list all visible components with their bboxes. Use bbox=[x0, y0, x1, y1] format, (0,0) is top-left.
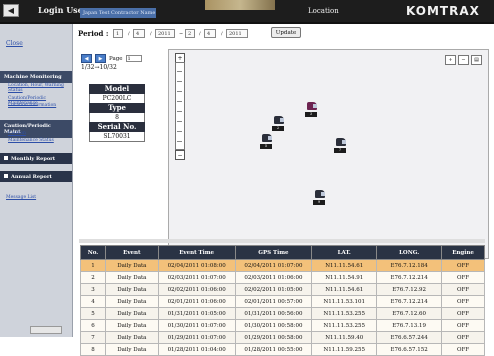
excavator-marker[interactable]: 9 bbox=[313, 190, 327, 206]
table-row[interactable]: 6 Daily Data 01/30/2011 01:07:00 01/30/2011… bbox=[80, 319, 485, 332]
date-separator: / bbox=[221, 30, 223, 37]
next-arrow-icon[interactable]: ▶ bbox=[95, 54, 106, 63]
date-separator: / bbox=[150, 30, 152, 37]
table-row[interactable]: 7 Daily Data 01/29/2011 01:07:00 01/29/2011… bbox=[80, 331, 485, 344]
excavator-marker[interactable]: 7 bbox=[334, 138, 348, 154]
table-row[interactable]: 2 Daily Data 02/03/2011 01:07:00 02/03/2011… bbox=[80, 271, 485, 284]
to-day-select[interactable]: 4 bbox=[204, 29, 216, 38]
zoom-tick bbox=[177, 81, 182, 82]
page-select[interactable]: 1 bbox=[125, 55, 142, 62]
zoom-tick bbox=[177, 111, 182, 112]
excavator-marker[interactable]: 5 bbox=[260, 134, 274, 150]
date-separator: / bbox=[128, 30, 130, 37]
type-label: Type bbox=[89, 103, 145, 113]
serial-value: SL70031 bbox=[89, 132, 145, 142]
zoom-tick bbox=[177, 91, 182, 92]
zoom-slider[interactable] bbox=[175, 62, 185, 150]
table-row[interactable]: 4 Daily Data 02/01/2011 01:06:00 02/01/2011… bbox=[80, 295, 485, 308]
to-year-select[interactable]: 2011 bbox=[226, 29, 248, 38]
square-bullet-icon bbox=[4, 156, 8, 160]
zoom-tick bbox=[177, 131, 182, 132]
excavator-icon bbox=[262, 134, 272, 142]
zoom-tick bbox=[177, 101, 182, 102]
zoom-in-icon[interactable]: + bbox=[445, 55, 456, 65]
record-range: 1/32→10/32 bbox=[81, 64, 117, 71]
col-event-time[interactable]: Event Time bbox=[157, 245, 236, 260]
model-value: PC200LC bbox=[89, 94, 145, 103]
sidebar-link-message-list[interactable]: Message List bbox=[6, 195, 36, 200]
zoom-tick bbox=[177, 121, 182, 122]
excavator-icon bbox=[336, 138, 346, 146]
close-link[interactable]: Close bbox=[6, 40, 23, 47]
date-separator: / bbox=[199, 30, 201, 37]
col-no[interactable]: No. bbox=[80, 245, 106, 260]
sidebar: Close Machine Monitoring Location, Hour,… bbox=[0, 24, 73, 337]
zoom-out-icon[interactable]: − bbox=[458, 55, 469, 65]
from-year-select[interactable]: 2011 bbox=[155, 29, 175, 38]
event-table: No. Event Event Time GPS Time LAT. LONG.… bbox=[80, 245, 485, 356]
event-grid: No. Event Event Time GPS Time LAT. LONG.… bbox=[73, 237, 494, 356]
prev-arrow-icon[interactable]: ◀ bbox=[81, 54, 92, 63]
col-engine[interactable]: Engine bbox=[441, 245, 485, 260]
annual-report-label: Annual Report bbox=[11, 174, 52, 180]
zoom-out-button[interactable]: − bbox=[175, 150, 185, 160]
sidebar-item-annual-report[interactable]: Annual Report bbox=[0, 171, 72, 182]
sidebar-link-location-info[interactable]: Location Information bbox=[8, 103, 70, 108]
table-header-row: No. Event Event Time GPS Time LAT. LONG.… bbox=[80, 245, 485, 260]
zoom-tick bbox=[177, 141, 182, 142]
arrow-left-icon[interactable]: ◀ bbox=[3, 4, 19, 17]
pager: ◀ ▶ Page 1 bbox=[81, 54, 142, 63]
sidebar-link-location-hour[interactable]: Location, Hour, Warning Status bbox=[8, 83, 70, 93]
header-photo-strip bbox=[205, 0, 275, 10]
to-month-select[interactable]: 2 bbox=[185, 29, 195, 38]
period-label: Period : bbox=[78, 29, 109, 38]
table-row[interactable]: 8 Daily Data 01/28/2011 01:04:00 01/28/2011… bbox=[80, 343, 485, 356]
type-value: 8 bbox=[89, 113, 145, 122]
location-map[interactable]: + − ▤ + − 2 3 5 7 9 200m Map by www.jpma… bbox=[168, 49, 489, 259]
monthly-report-label: Monthly Report bbox=[11, 156, 56, 162]
sidebar-scrollbar[interactable] bbox=[30, 326, 62, 334]
table-row-selected[interactable]: 1 Daily Data 02/04/2011 01:08:00 02/04/2011… bbox=[80, 259, 485, 272]
location-title: Location bbox=[308, 7, 339, 15]
col-long[interactable]: LONG. bbox=[376, 245, 443, 260]
table-row[interactable]: 3 Daily Data 02/02/2011 01:06:00 02/02/2011… bbox=[80, 283, 485, 296]
from-month-select[interactable]: 1 bbox=[113, 29, 123, 38]
col-event[interactable]: Event bbox=[104, 245, 159, 260]
col-gps-time[interactable]: GPS Time bbox=[234, 245, 313, 260]
login-user-value: Japan Test Contractor Name bbox=[80, 8, 156, 18]
serial-label: Serial No. bbox=[89, 122, 145, 132]
model-label: Model bbox=[89, 84, 145, 94]
excavator-icon bbox=[315, 190, 325, 198]
sidebar-item-monthly-report[interactable]: Monthly Report bbox=[0, 153, 72, 164]
main-content: Period : 1 / 4 / 2011 ~ 2 / 4 / 2011 Upd… bbox=[73, 24, 494, 356]
from-day-select[interactable]: 4 bbox=[133, 29, 145, 38]
page-label: Page bbox=[109, 55, 123, 62]
sidebar-link-maintenance-status[interactable]: Maintenance Status bbox=[8, 138, 70, 143]
excavator-icon bbox=[274, 116, 284, 124]
zoom-tick bbox=[177, 71, 182, 72]
excavator-marker[interactable]: 2 bbox=[272, 116, 286, 132]
date-range-dash: ~ bbox=[179, 30, 184, 37]
square-bullet-icon bbox=[4, 174, 8, 178]
map-toolbar: + − ▤ bbox=[445, 55, 482, 65]
excavator-marker-selected[interactable]: 3 bbox=[305, 102, 319, 118]
table-row[interactable]: 5 Daily Data 01/31/2011 01:05:00 01/31/2011… bbox=[80, 307, 485, 320]
grid-horizontal-scrollbar[interactable] bbox=[79, 239, 485, 243]
excavator-icon bbox=[307, 102, 317, 110]
top-bar: ◀ Login User Japan Test Contractor Name … bbox=[0, 0, 494, 24]
komtrax-logo: KOMTRAX bbox=[406, 4, 480, 18]
print-icon[interactable]: ▤ bbox=[471, 55, 482, 65]
machine-info-panel: Model PC200LC Type 8 Serial No. SL70031 bbox=[89, 84, 145, 142]
sidebar-section-machine-monitoring: Machine Monitoring bbox=[0, 71, 72, 83]
col-lat[interactable]: LAT. bbox=[311, 245, 378, 260]
update-button[interactable]: Update bbox=[271, 27, 301, 38]
sidebar-link-caution[interactable]: Caution bbox=[8, 131, 70, 136]
